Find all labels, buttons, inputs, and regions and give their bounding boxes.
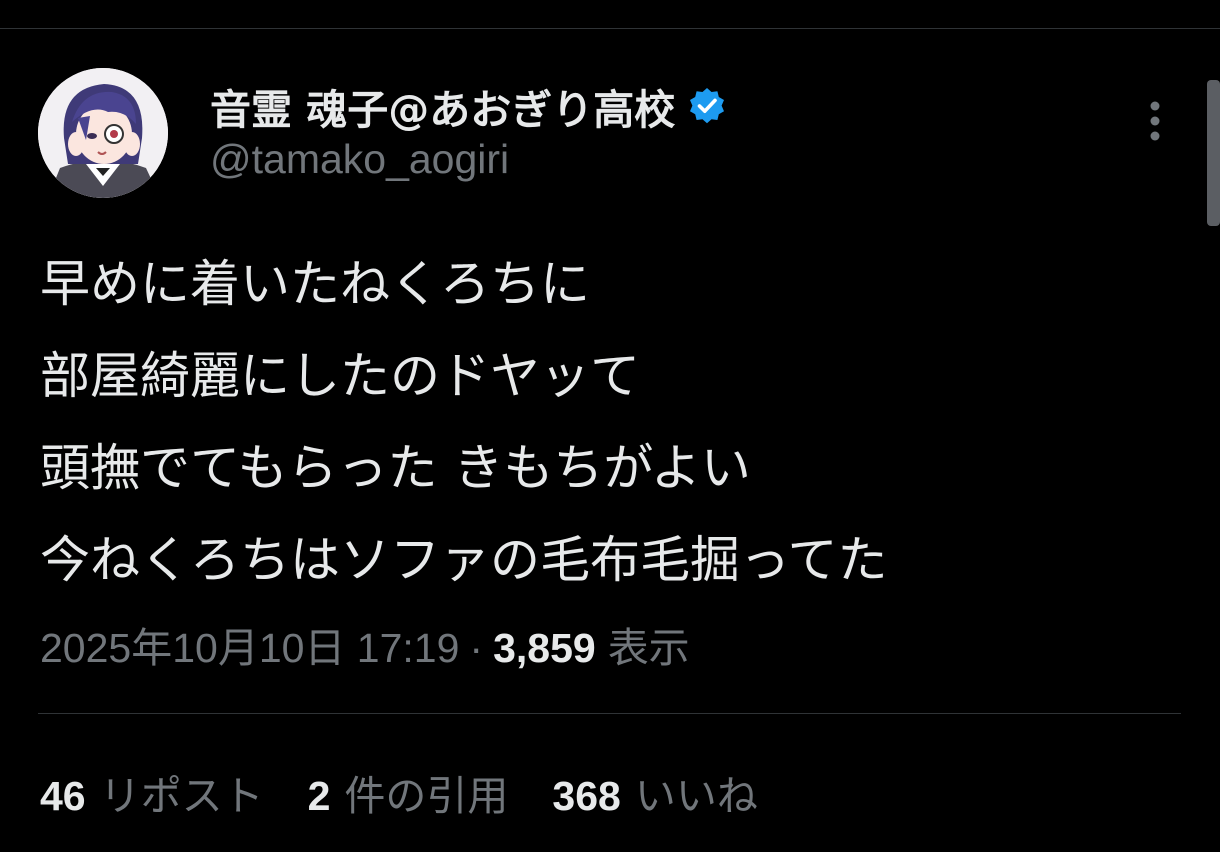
tweet-detail-view: 音霊 魂子@あおぎり高校 @tamako_aogiri 早めに着いたねくろちに … <box>0 0 1220 852</box>
reposts-count: 46 <box>40 773 86 819</box>
verified-badge-icon[interactable] <box>687 86 727 126</box>
likes-stat[interactable]: 368 いいね <box>552 762 757 822</box>
views-count: 3,859 <box>493 625 596 671</box>
quotes-count: 2 <box>307 773 331 819</box>
likes-count: 368 <box>552 773 621 819</box>
reposts-stat[interactable]: 46 リポスト <box>40 762 264 822</box>
author-handle[interactable]: @tamako_aogiri <box>210 136 509 183</box>
author-name-row: 音霊 魂子@あおぎり高校 <box>210 78 727 134</box>
likes-label: いいね <box>634 772 758 820</box>
stats-divider <box>38 713 1181 714</box>
meta-separator: · <box>469 625 484 671</box>
more-options-icon[interactable] <box>1136 96 1174 146</box>
avatar[interactable] <box>38 68 168 198</box>
tweet-text: 早めに着いたねくろちに 部屋綺麗にしたのドヤッて 頭撫でてもらった きもちがよい… <box>40 238 1180 606</box>
reposts-label: リポスト <box>99 772 264 820</box>
tweet-meta: 2025年10月10日 17:19 · 3,859 表示 <box>40 614 690 674</box>
top-divider <box>0 28 1220 29</box>
scrollbar-thumb[interactable] <box>1207 80 1220 226</box>
tweet-text-line: 頭撫でてもらった きもちがよい <box>40 439 751 497</box>
tweet-text-line: 部屋綺麗にしたのドヤッて <box>40 347 640 405</box>
tweet-timestamp[interactable]: 2025年10月10日 17:19 <box>40 614 459 674</box>
tweet-text-line: 今ねくろちはソファの毛布毛掘ってた <box>40 531 888 589</box>
views-label: 表示 <box>607 624 690 672</box>
tweet-text-line: 早めに着いたねくろちに <box>40 255 590 313</box>
quotes-label: 件の引用 <box>344 772 509 820</box>
engagement-stats: 46 リポスト 2 件の引用 368 いいね <box>40 762 802 822</box>
author-display-name[interactable]: 音霊 魂子@あおぎり高校 <box>210 76 675 136</box>
avatar-illustration-icon <box>38 68 168 198</box>
quotes-stat[interactable]: 2 件の引用 <box>308 762 509 822</box>
